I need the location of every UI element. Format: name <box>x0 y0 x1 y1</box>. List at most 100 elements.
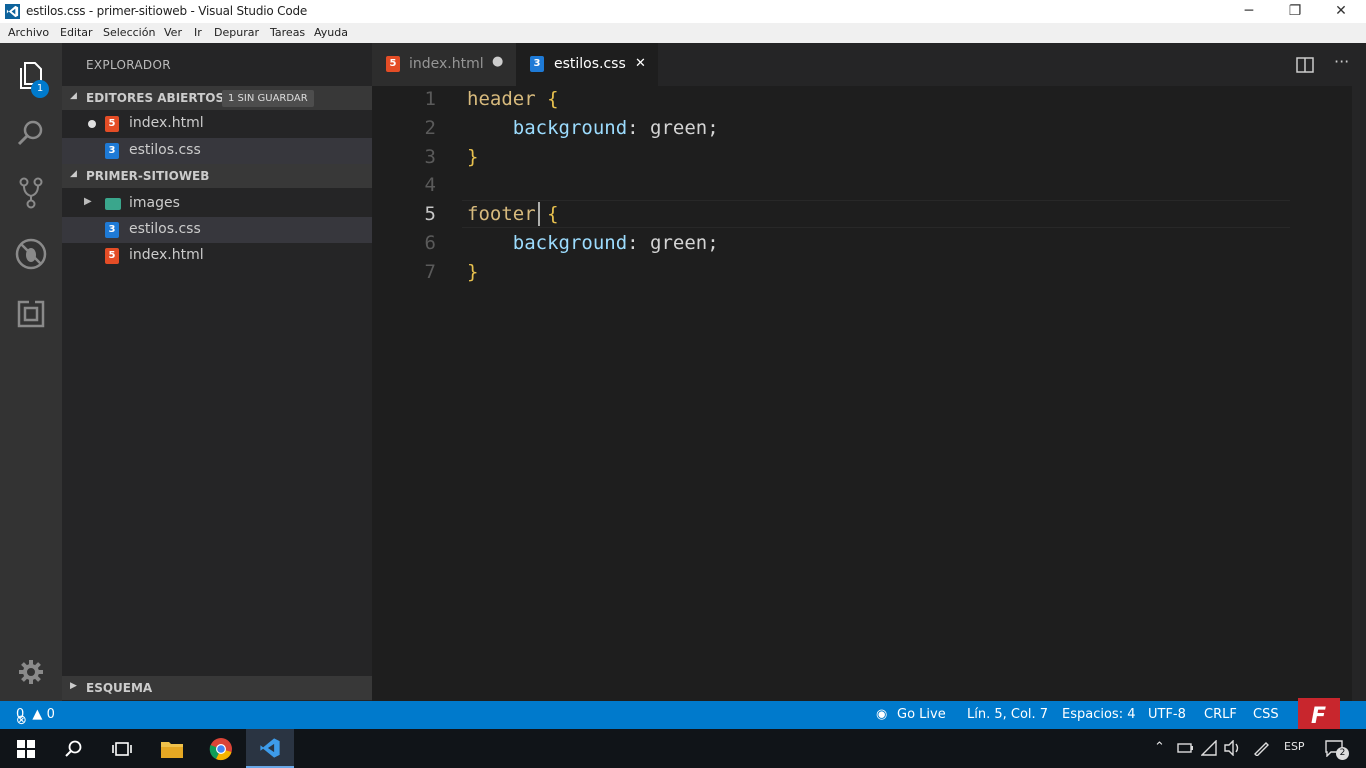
chrome-button[interactable] <box>197 729 245 768</box>
task-view-button[interactable] <box>98 729 146 768</box>
unsaved-dot-icon <box>88 120 96 128</box>
close-tab-icon[interactable]: ✕ <box>635 56 646 71</box>
error-icon: ⊗ <box>16 713 27 728</box>
menu-ayuda[interactable]: Ayuda <box>314 26 348 39</box>
open-editor-label: index.html <box>129 115 204 131</box>
search-icon <box>17 120 43 146</box>
code-line: } <box>467 261 479 283</box>
folder-icon <box>161 741 183 758</box>
code-line: } <box>467 146 479 168</box>
menu-tareas[interactable]: Tareas <box>270 26 305 39</box>
status-bar: ⊗ 0 ▲ 0 ◉ Go Live Lín. 5, Col. 7 Espacio… <box>0 698 1366 738</box>
tab-index-html[interactable]: 5 index.html ● <box>372 43 516 86</box>
unsaved-count-badge: 1 SIN GUARDAR <box>222 90 314 107</box>
eol-setting[interactable]: CRLF <box>1204 707 1237 722</box>
split-editor-icon[interactable] <box>1296 57 1314 73</box>
indentation-setting[interactable]: Espacios: 4 <box>1062 707 1135 722</box>
line-number: 3 <box>424 146 436 168</box>
activity-debug[interactable] <box>0 227 62 281</box>
warning-count: 0 <box>46 707 55 722</box>
activity-source-control[interactable] <box>0 166 62 220</box>
title-bar: estilos.css - primer-sitioweb - Visual S… <box>0 0 1366 23</box>
volume-icon[interactable] <box>1223 740 1241 756</box>
search-icon <box>65 740 82 757</box>
minimize-button[interactable]: ─ <box>1226 0 1272 23</box>
maximize-button[interactable]: ❐ <box>1272 0 1318 23</box>
taskbar-search[interactable] <box>50 729 98 768</box>
vscode-logo-icon <box>5 4 20 19</box>
project-header[interactable]: ◢ PRIMER-SITIOWEB <box>62 164 372 188</box>
activity-search[interactable] <box>0 106 62 160</box>
vscode-logo-icon <box>260 737 280 758</box>
encoding-setting[interactable]: UTF-8 <box>1148 707 1186 722</box>
debug-icon <box>15 238 47 270</box>
css-file-icon: 3 <box>105 143 119 159</box>
tree-folder-images[interactable]: ▶ images <box>62 191 372 217</box>
tree-file-index-html[interactable]: 5 index.html <box>62 243 372 269</box>
open-editor-estilos-css[interactable]: 3 estilos.css <box>62 138 372 164</box>
expand-arrow-icon: ▶ <box>84 196 92 207</box>
open-editor-label: estilos.css <box>129 142 201 158</box>
sidebar-title: EXPLORADOR <box>86 58 171 72</box>
problems-indicator[interactable]: ⊗ 0 ▲ 0 <box>16 707 55 728</box>
menu-seleccion[interactable]: Selección <box>103 26 155 39</box>
menu-bar: Archivo Editar Selección Ver Ir Depurar … <box>0 23 1366 43</box>
css-property: background <box>467 117 628 139</box>
editor-scrollbar[interactable] <box>1352 86 1366 701</box>
collapse-arrow-icon: ◢ <box>70 169 77 179</box>
go-live-button[interactable]: Go Live <box>897 707 946 722</box>
images-folder-icon <box>105 198 121 210</box>
chrome-icon <box>209 737 232 760</box>
tree-item-label: estilos.css <box>129 221 201 237</box>
line-number: 1 <box>424 88 436 110</box>
css-value: : green; <box>627 232 719 254</box>
line-number: 4 <box>424 174 436 196</box>
tree-file-estilos-css[interactable]: 3 estilos.css <box>62 217 372 243</box>
line-number: 7 <box>424 261 436 283</box>
window-title: estilos.css - primer-sitioweb - Visual S… <box>26 4 308 18</box>
file-explorer-button[interactable] <box>148 729 196 768</box>
pen-icon[interactable] <box>1252 740 1270 756</box>
menu-archivo[interactable]: Archivo <box>8 26 49 39</box>
code-line: background: green; <box>467 117 719 139</box>
extensions-icon <box>17 300 45 328</box>
open-editor-index-html[interactable]: 5 index.html <box>62 111 372 137</box>
wifi-icon[interactable] <box>1201 740 1217 756</box>
activity-settings[interactable] <box>0 645 62 699</box>
watermark-letter: F <box>1311 704 1327 729</box>
battery-icon[interactable] <box>1176 741 1194 755</box>
outline-header[interactable]: ▶ ESQUEMA <box>62 676 372 700</box>
start-button[interactable] <box>2 729 50 768</box>
line-number: 6 <box>424 232 436 254</box>
cursor-position[interactable]: Lín. 5, Col. 7 <box>967 707 1048 722</box>
unsaved-dot-icon: ● <box>492 54 504 69</box>
tab-estilos-css[interactable]: 3 estilos.css ✕ <box>516 43 658 86</box>
source-control-icon <box>19 177 43 209</box>
project-label: PRIMER-SITIOWEB <box>86 169 210 183</box>
expand-arrow-icon: ▶ <box>70 681 77 691</box>
show-hidden-icons-icon[interactable]: ⌃ <box>1154 740 1165 755</box>
windows-logo-icon <box>17 739 35 758</box>
code-editor[interactable]: 1 header { 2 background: green; 3 } 4 5 … <box>372 86 1366 701</box>
open-editors-header[interactable]: ◢ EDITORES ABIERTOS 1 SIN GUARDAR <box>62 86 372 110</box>
tree-item-label: index.html <box>129 247 204 263</box>
activity-extensions[interactable] <box>0 287 62 341</box>
css-file-icon: 3 <box>530 56 544 72</box>
code-line: header { <box>467 88 559 110</box>
code-line: footer { <box>467 203 559 225</box>
close-window-button[interactable]: ✕ <box>1318 0 1364 23</box>
keyboard-language[interactable]: ESP <box>1284 740 1305 753</box>
menu-depurar[interactable]: Depurar <box>214 26 259 39</box>
open-editors-label: EDITORES ABIERTOS <box>86 91 225 105</box>
code-punct: { <box>535 88 559 110</box>
language-mode[interactable]: CSS <box>1253 707 1279 722</box>
menu-ir[interactable]: Ir <box>194 26 202 39</box>
more-actions-icon[interactable]: ··· <box>1334 52 1349 71</box>
activity-explorer[interactable]: 1 <box>0 48 62 102</box>
windows-taskbar: ⌃ ESP 2 <box>0 729 1366 768</box>
text-cursor <box>538 202 540 226</box>
vscode-taskbar-button[interactable] <box>246 729 294 768</box>
html-file-icon: 5 <box>105 116 119 132</box>
menu-editar[interactable]: Editar <box>60 26 93 39</box>
menu-ver[interactable]: Ver <box>164 26 182 39</box>
